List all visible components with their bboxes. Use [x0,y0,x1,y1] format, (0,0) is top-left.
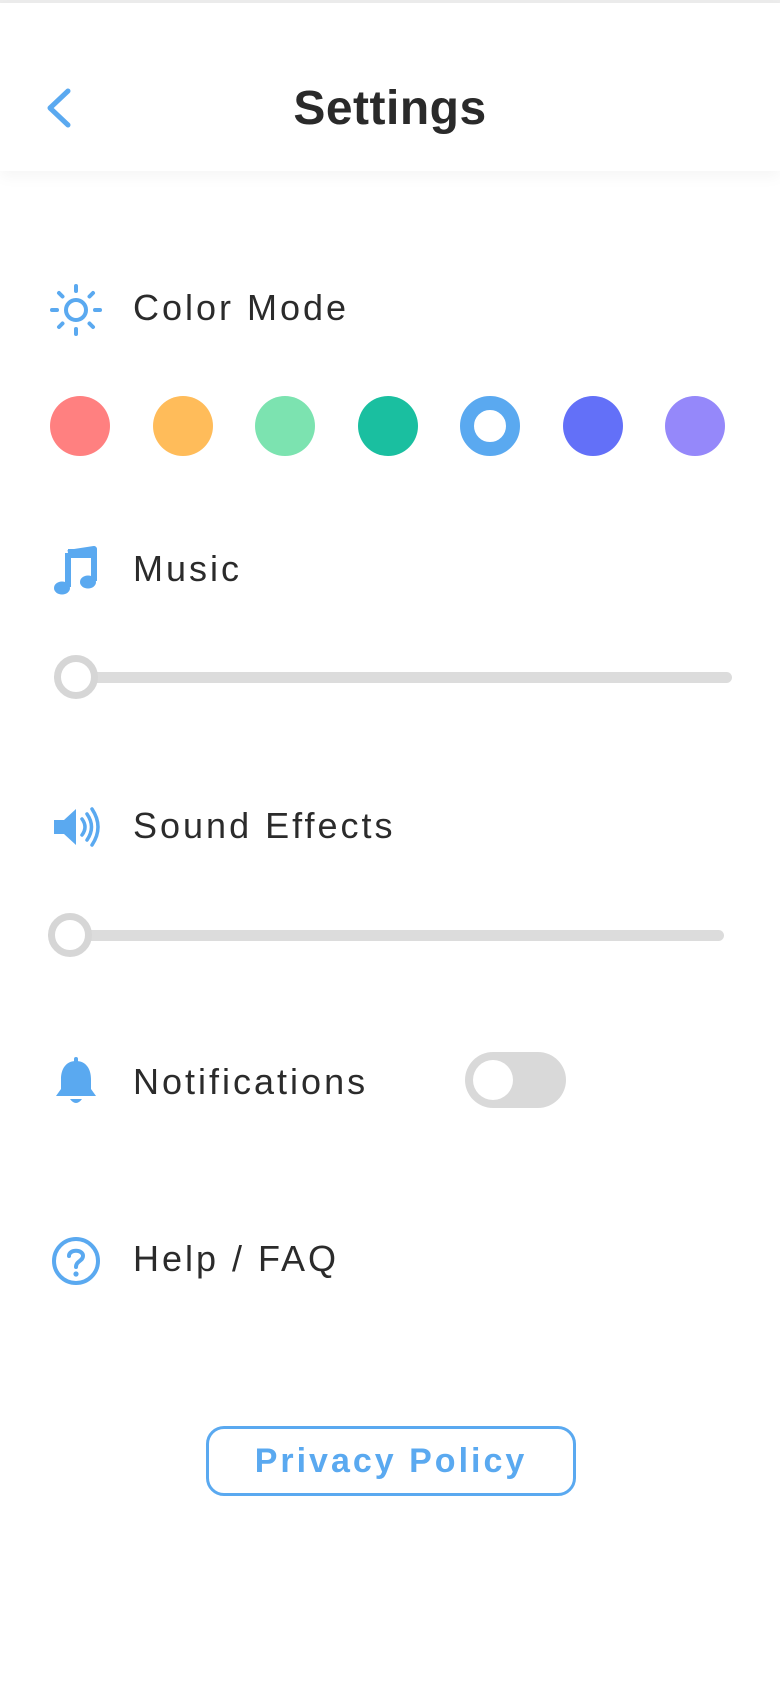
notifications-label: Notifications [133,1061,369,1102]
sound-effects-volume-slider[interactable] [48,913,724,957]
color-swatch-7[interactable] [665,396,725,456]
music-label: Music [133,548,243,589]
page-title: Settings [293,82,487,135]
color-mode-label: Color Mode [133,287,350,328]
privacy-policy-button[interactable]: Privacy Policy [206,1426,576,1496]
sound-effects-label: Sound Effects [133,805,396,846]
color-swatch-3[interactable] [255,396,315,456]
notifications-toggle[interactable] [465,1052,566,1108]
app-header: Settings [0,3,780,171]
music-volume-slider[interactable] [54,655,732,699]
slider-thumb[interactable] [48,913,92,957]
slider-track [48,930,724,941]
toggle-knob [473,1060,513,1100]
music-note-icon [48,543,104,599]
sun-icon [48,282,104,338]
color-swatch-4[interactable] [358,396,418,456]
color-swatch-1[interactable] [50,396,110,456]
color-swatch-5[interactable] [460,396,520,456]
question-circle-icon [48,1233,104,1289]
color-swatch-6[interactable] [563,396,623,456]
bell-icon [48,1055,104,1111]
speaker-icon [48,799,104,855]
slider-thumb[interactable] [54,655,98,699]
slider-track [54,672,732,683]
help-faq-link[interactable]: Help / FAQ [133,1237,339,1281]
color-swatch-2[interactable] [153,396,213,456]
